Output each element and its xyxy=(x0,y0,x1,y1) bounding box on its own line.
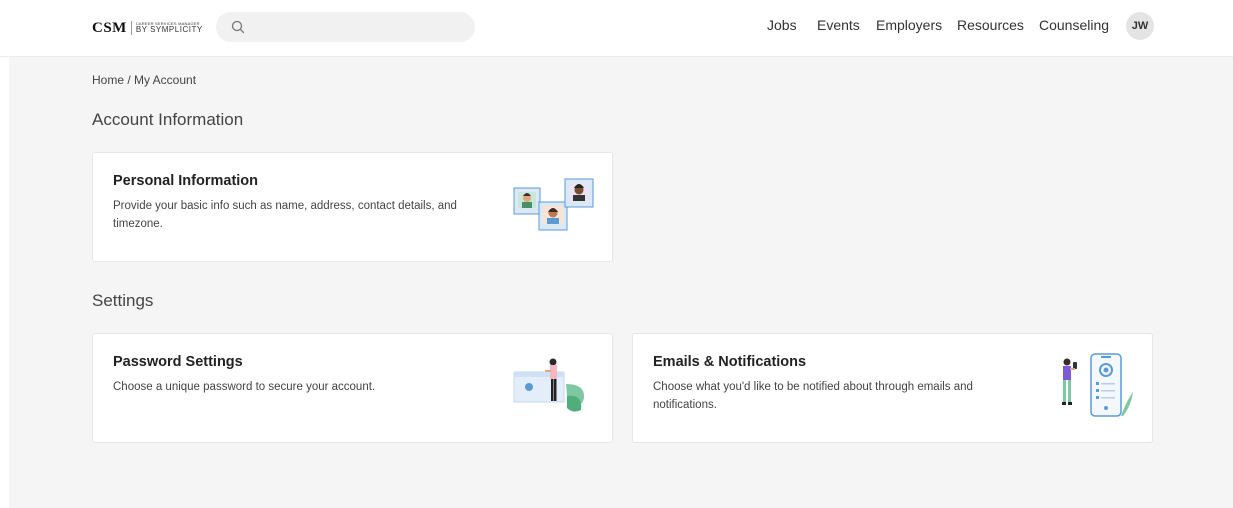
logo-subtitle: CAREER SERVICES MANAGER BY SYMPLICITY xyxy=(136,22,203,34)
nav-employers[interactable]: Employers xyxy=(876,17,942,33)
card-title: Emails & Notifications xyxy=(653,354,807,370)
settings-heading: Settings xyxy=(92,291,154,310)
emails-notifications-card[interactable]: Emails & Notifications Choose what you'd… xyxy=(632,333,1153,443)
card-description: Choose a unique password to secure your … xyxy=(113,381,376,393)
password-icon xyxy=(513,358,584,412)
account-information-heading: Account Information xyxy=(92,110,244,129)
search-icon xyxy=(231,20,245,34)
logo-wordmark: CSM xyxy=(92,19,127,36)
csm-logo[interactable]: CSM CAREER SERVICES MANAGER BY SYMPLICIT… xyxy=(92,17,203,39)
card-description: Choose what you'd like to be notified ab… xyxy=(653,381,973,411)
nav-counseling[interactable]: Counseling xyxy=(1039,17,1109,33)
people-profiles-icon xyxy=(513,178,594,231)
nav-jobs[interactable]: Jobs xyxy=(767,17,797,33)
user-avatar[interactable]: JW xyxy=(1126,12,1154,40)
logo-divider xyxy=(130,21,132,35)
nav-resources[interactable]: Resources xyxy=(957,17,1024,33)
card-title: Password Settings xyxy=(113,354,243,370)
logo-by-symplicity: BY SYMPLICITY xyxy=(135,25,203,34)
personal-information-card[interactable]: Personal Information Provide your basic … xyxy=(92,152,613,262)
top-navigation-bar: CSM CAREER SERVICES MANAGER BY SYMPLICIT… xyxy=(0,0,1233,57)
card-description: Provide your basic info such as name, ad… xyxy=(113,200,457,230)
nav-events[interactable]: Events xyxy=(817,17,860,33)
breadcrumb[interactable]: Home / My Account xyxy=(92,73,196,87)
password-settings-card[interactable]: Password Settings Choose a unique passwo… xyxy=(92,333,613,443)
notifications-icon xyxy=(1062,353,1133,417)
search-input[interactable] xyxy=(216,12,475,42)
card-title: Personal Information xyxy=(113,173,259,189)
